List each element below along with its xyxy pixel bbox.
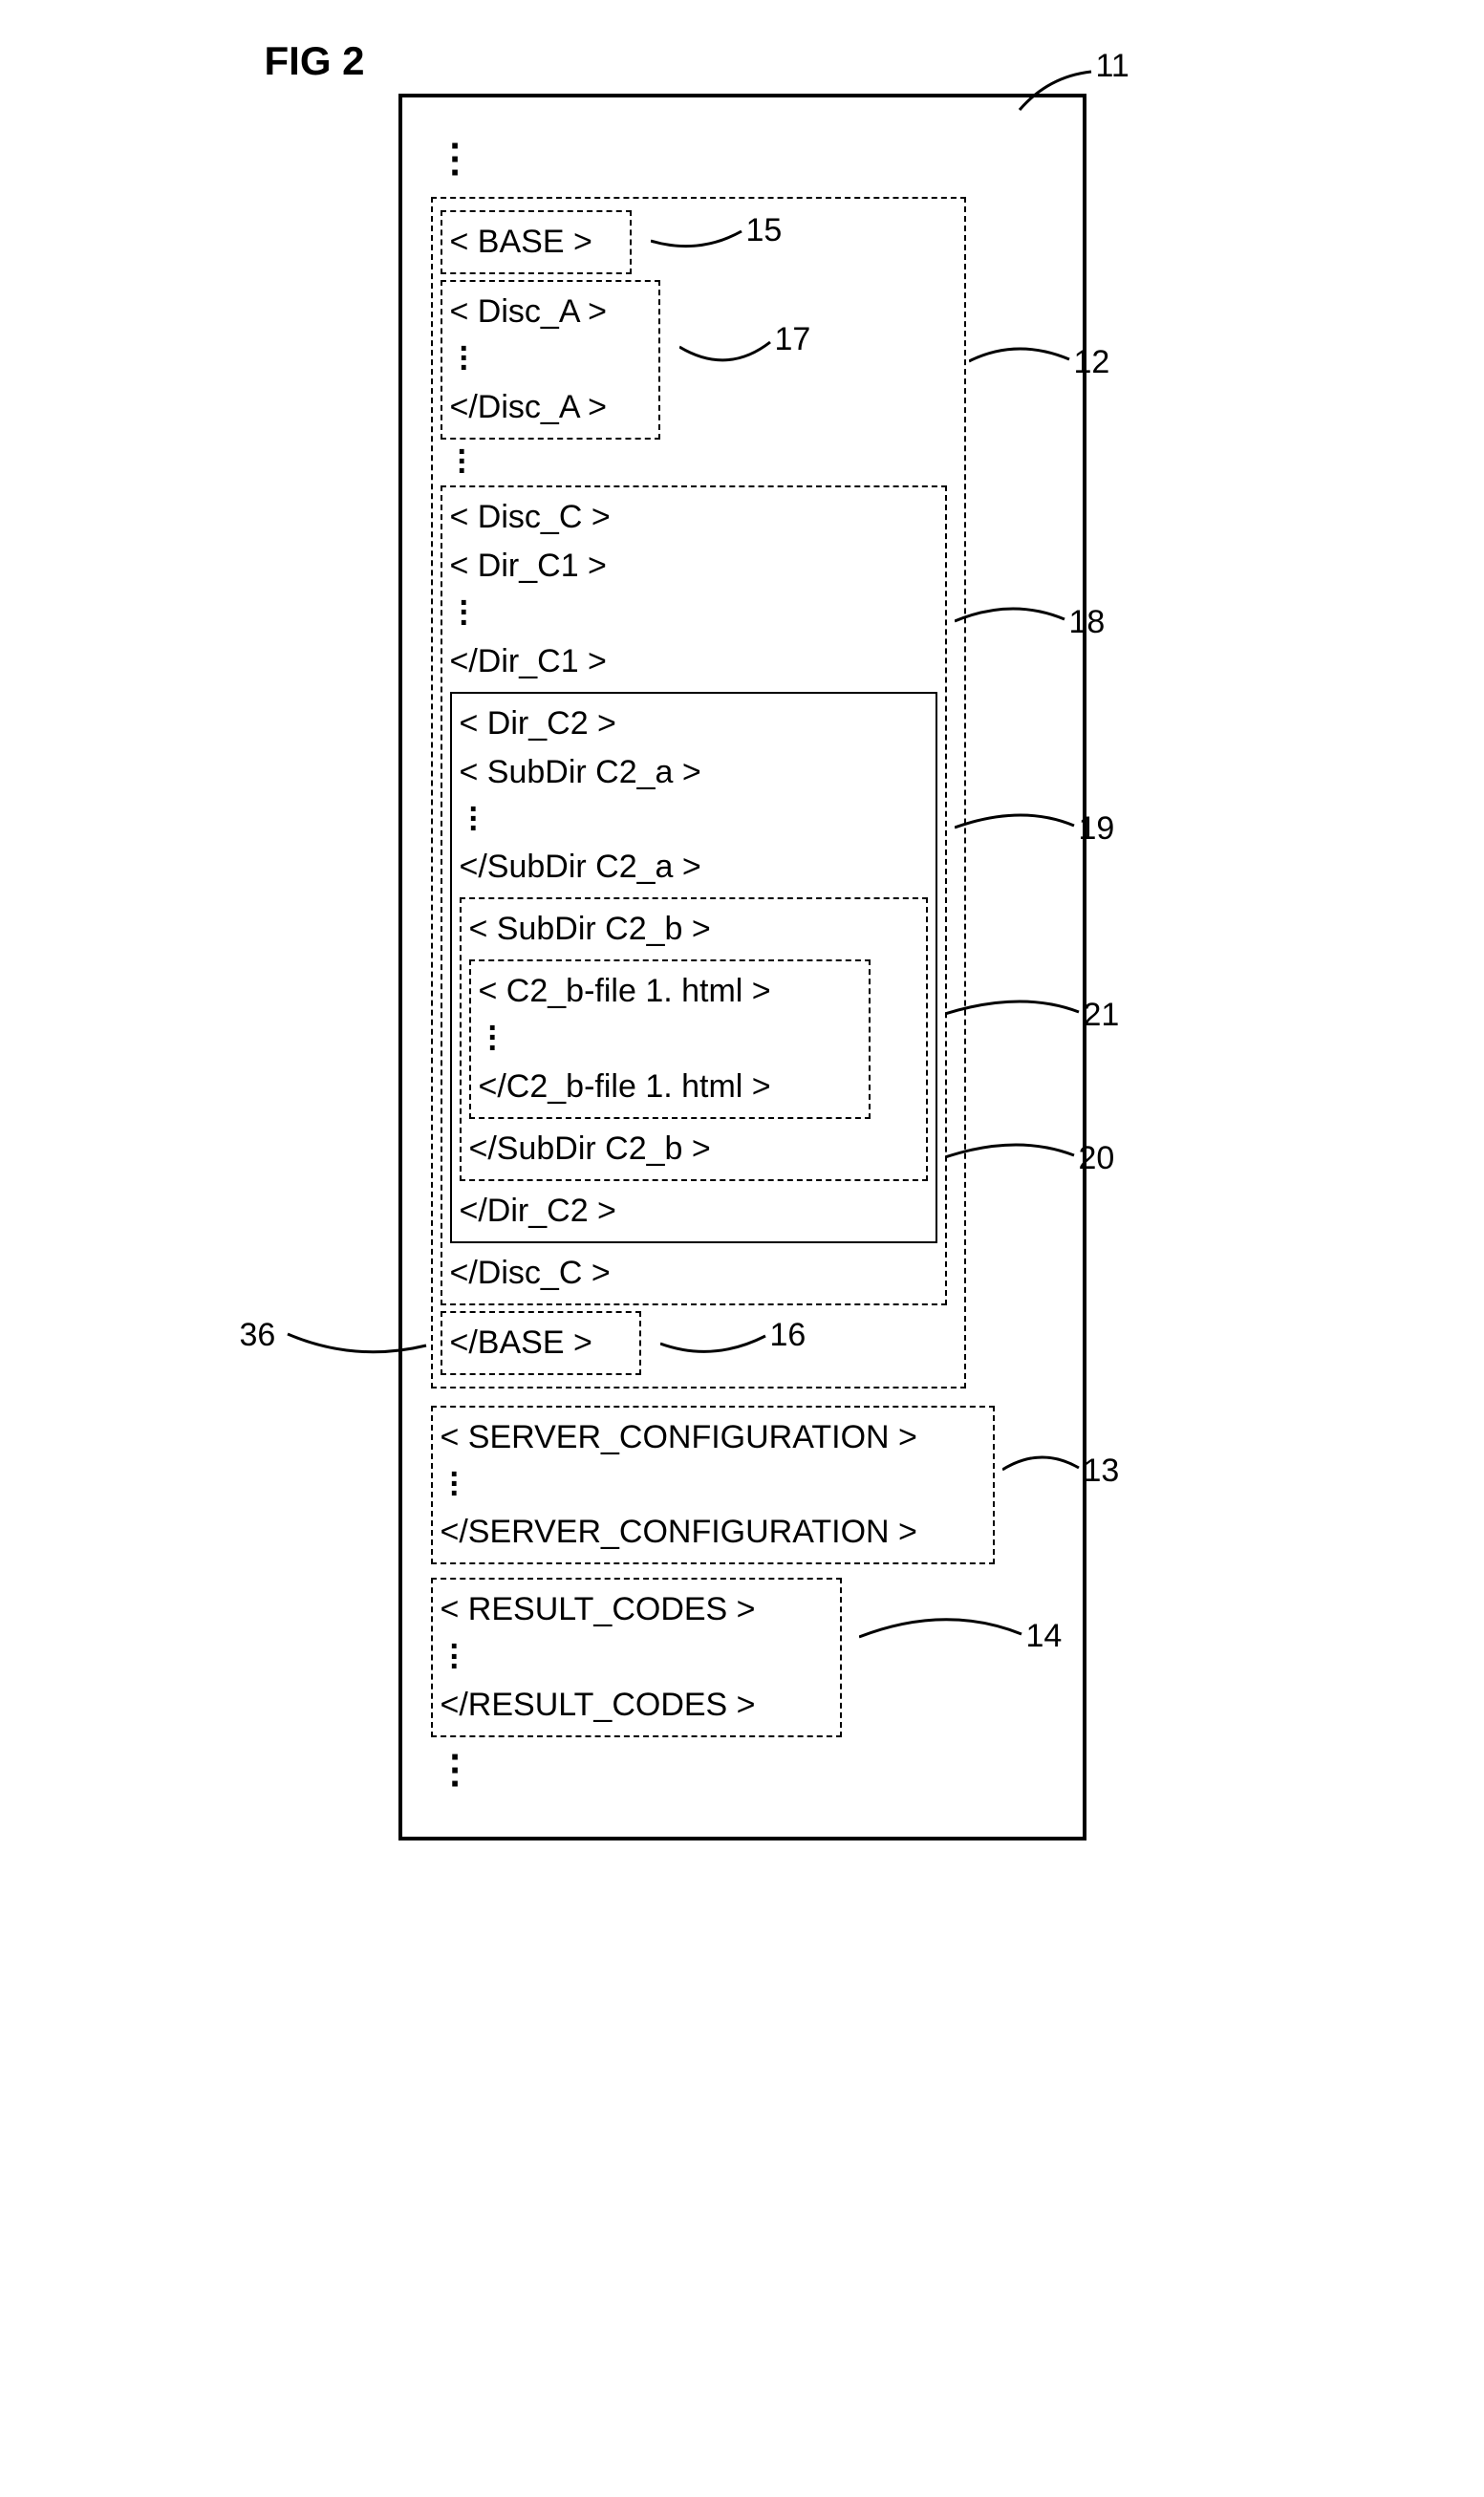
subdir-c2b-close: </SubDir C2_b > — [469, 1125, 918, 1173]
base-close-box: </BASE > — [441, 1311, 641, 1375]
disc-a-close: </Disc_A > — [450, 383, 651, 432]
outer-frame: ··· < BASE > 15 < Disc_A > ··· </Disc_A … — [398, 94, 1086, 1840]
disc-c-box: < Disc_C > < Dir_C1 > ··· </Dir_C1 > 18 … — [441, 485, 947, 1305]
result-codes-box: < RESULT_CODES > ··· </RESULT_CODES > 14 — [431, 1578, 842, 1737]
callout-12: 12 — [969, 342, 1103, 389]
ellipsis-icon: ··· — [460, 598, 937, 628]
file-box: < C2_b-file 1. html > ··· </C2_b-file 1.… — [469, 959, 871, 1119]
server-close: </SERVER_CONFIGURATION > — [441, 1508, 985, 1557]
disc-a-box: < Disc_A > ··· </Disc_A > — [441, 280, 660, 440]
callout-20: 20 — [945, 1138, 1112, 1185]
result-close: </RESULT_CODES > — [441, 1681, 832, 1730]
dir-c2-close: </Dir_C2 > — [460, 1187, 928, 1236]
callout-19: 19 — [955, 808, 1108, 855]
ellipsis-icon: ··· — [460, 344, 651, 374]
dir-c2-open: < Dir_C2 > — [460, 700, 928, 748]
dir-c1-open: < Dir_C1 > — [450, 542, 937, 591]
callout-21: 21 — [945, 995, 1117, 1042]
base-open-box: < BASE > — [441, 210, 632, 274]
subdir-c2a-close: </SubDir C2_a > — [460, 843, 928, 892]
ellipsis-icon: ··· — [488, 1023, 861, 1053]
subdir-c2b-open: < SubDir C2_b > — [469, 905, 918, 954]
callout-17: 17 — [679, 333, 813, 389]
dir-c1-close: </Dir_C1 > — [450, 637, 937, 686]
callout-15: 15 — [651, 222, 785, 269]
ellipsis-icon: ··· — [450, 1751, 1054, 1791]
diagram-canvas: FIG 2 11 ··· < BASE > 15 < Disc_A > — [265, 38, 1220, 1840]
file-open: < C2_b-file 1. html > — [479, 967, 861, 1016]
base-open-text: < BASE > — [450, 224, 592, 260]
ellipsis-icon: ··· — [458, 447, 957, 477]
subdir-c2b-box: < SubDir C2_b > < C2_b-file 1. html > ··… — [460, 897, 928, 1181]
ellipsis-icon: ··· — [450, 140, 1054, 180]
ellipsis-icon: ··· — [469, 805, 928, 834]
disc-c-close: </Disc_C > — [450, 1249, 937, 1298]
callout-14: 14 — [859, 1613, 1060, 1669]
callout-18: 18 — [955, 602, 1098, 649]
ellipsis-icon: ··· — [450, 1470, 985, 1499]
base-close-text: </BASE > — [450, 1324, 592, 1361]
server-open: < SERVER_CONFIGURATION > — [441, 1413, 985, 1462]
server-config-box: < SERVER_CONFIGURATION > ··· </SERVER_CO… — [431, 1406, 995, 1565]
base-block: < BASE > 15 < Disc_A > ··· </Disc_A > 17 — [431, 197, 966, 1388]
ellipsis-icon: ··· — [450, 1642, 832, 1671]
file-close: </C2_b-file 1. html > — [479, 1063, 861, 1111]
subdir-c2a-open: < SubDir C2_a > — [460, 748, 928, 797]
callout-13: 13 — [1002, 1451, 1108, 1497]
result-open: < RESULT_CODES > — [441, 1585, 832, 1634]
disc-c-open: < Disc_C > — [450, 493, 937, 542]
disc-a-open: < Disc_A > — [450, 288, 651, 336]
callout-16: 16 — [660, 1324, 804, 1371]
callout-36: 36 — [249, 1324, 431, 1371]
dir-c2-box: < Dir_C2 > < SubDir C2_a > ··· </SubDir … — [450, 692, 937, 1243]
